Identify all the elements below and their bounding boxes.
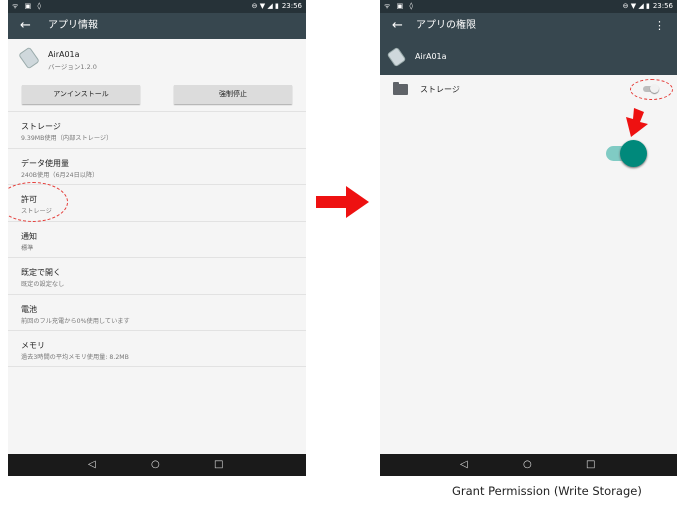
nav-bar: ◁ ○ □ xyxy=(380,454,677,476)
item-title: 電池 xyxy=(21,305,37,314)
arrow-down-icon xyxy=(626,108,648,137)
nav-recents-icon[interactable]: □ xyxy=(586,454,595,476)
item-subtitle: 9.39MB使用（内部ストレージ） xyxy=(21,135,113,142)
nav-home-icon[interactable]: ○ xyxy=(523,454,532,476)
list-item-open-by-default[interactable]: 既定で開く 既定の設定なし xyxy=(8,257,306,294)
app-icon xyxy=(18,46,40,70)
page-title: アプリ情報 xyxy=(48,20,98,31)
app-header: AirA01a バージョン1.2.0 xyxy=(8,39,306,81)
system-status-icons: ⊖ ▼ ◢ ▮ xyxy=(251,2,279,10)
uninstall-button[interactable]: アンインストール xyxy=(22,85,140,104)
app-icon xyxy=(386,46,407,68)
item-subtitle: 前回のフル充電から0%使用しています xyxy=(21,318,130,325)
toggle-knob xyxy=(620,140,647,167)
app-info-screen: ᯤ ▣ ◊ ⊖ ▼ ◢ ▮ 23:56 ← アプリ情報 AirA01a バージョン… xyxy=(8,0,306,476)
notification-icons: ᯤ ▣ ◊ xyxy=(12,2,43,10)
storage-permission-toggle-enlarged[interactable] xyxy=(606,140,647,167)
force-stop-button[interactable]: 強制停止 xyxy=(174,85,292,104)
item-title: ストレージ xyxy=(21,122,61,131)
folder-icon xyxy=(393,82,408,95)
item-title: メモリ xyxy=(21,341,45,350)
nav-back-icon[interactable]: ◁ xyxy=(88,454,96,476)
item-title: 既定で開く xyxy=(21,268,61,277)
list-item-battery[interactable]: 電池 前回のフル充電から0%使用しています xyxy=(8,294,306,331)
app-version: バージョン1.2.0 xyxy=(48,63,97,71)
item-title: データ使用量 xyxy=(21,159,69,168)
back-arrow-icon[interactable]: ← xyxy=(20,16,31,36)
item-subtitle: 既定の設定なし xyxy=(21,281,65,288)
item-subtitle: 標準 xyxy=(21,245,34,252)
arrow-right-icon xyxy=(316,186,369,218)
permission-label: ストレージ xyxy=(420,85,460,94)
list-item-memory[interactable]: メモリ 過去3時間の平均メモリ使用量: 8.2MB xyxy=(8,330,306,367)
back-arrow-icon[interactable]: ← xyxy=(392,16,403,36)
item-subtitle: 240B使用（6月24日以降） xyxy=(21,172,99,179)
caption: Grant Permission (Write Storage) xyxy=(452,484,642,498)
overflow-menu-icon[interactable]: ⋮ xyxy=(654,13,665,39)
nav-back-icon[interactable]: ◁ xyxy=(460,454,468,476)
app-permissions-screen: ᯤ ▣ ◊ ⊖ ▼ ◢ ▮ 23:56 ← アプリの権限 ⋮ AirA01a スト… xyxy=(380,0,677,476)
list-item-storage[interactable]: ストレージ 9.39MB使用（内部ストレージ） xyxy=(8,111,306,148)
toolbar: ← アプリの権限 ⋮ xyxy=(380,13,677,39)
app-name: AirA01a xyxy=(415,52,447,61)
list-item-notifications[interactable]: 通知 標準 xyxy=(8,221,306,258)
clock: 23:56 xyxy=(281,2,302,10)
nav-bar: ◁ ○ □ xyxy=(8,454,306,476)
toolbar: ← アプリ情報 xyxy=(8,13,306,39)
app-header: AirA01a xyxy=(380,39,677,75)
nav-recents-icon[interactable]: □ xyxy=(214,454,223,476)
item-title: 通知 xyxy=(21,232,37,241)
notification-icons: ᯤ ▣ ◊ xyxy=(384,2,415,10)
list-item-data-usage[interactable]: データ使用量 240B使用（6月24日以降） xyxy=(8,148,306,185)
highlight-toggle-circle xyxy=(630,79,673,100)
page-title: アプリの権限 xyxy=(416,20,476,31)
app-name: AirA01a xyxy=(48,50,80,59)
status-bar: ᯤ ▣ ◊ ⊖ ▼ ◢ ▮ 23:56 xyxy=(8,0,306,13)
item-subtitle: 過去3時間の平均メモリ使用量: 8.2MB xyxy=(21,354,129,361)
clock: 23:56 xyxy=(652,2,673,10)
system-status-icons: ⊖ ▼ ◢ ▮ xyxy=(622,2,650,10)
status-bar: ᯤ ▣ ◊ ⊖ ▼ ◢ ▮ 23:56 xyxy=(380,0,677,13)
nav-home-icon[interactable]: ○ xyxy=(151,454,160,476)
